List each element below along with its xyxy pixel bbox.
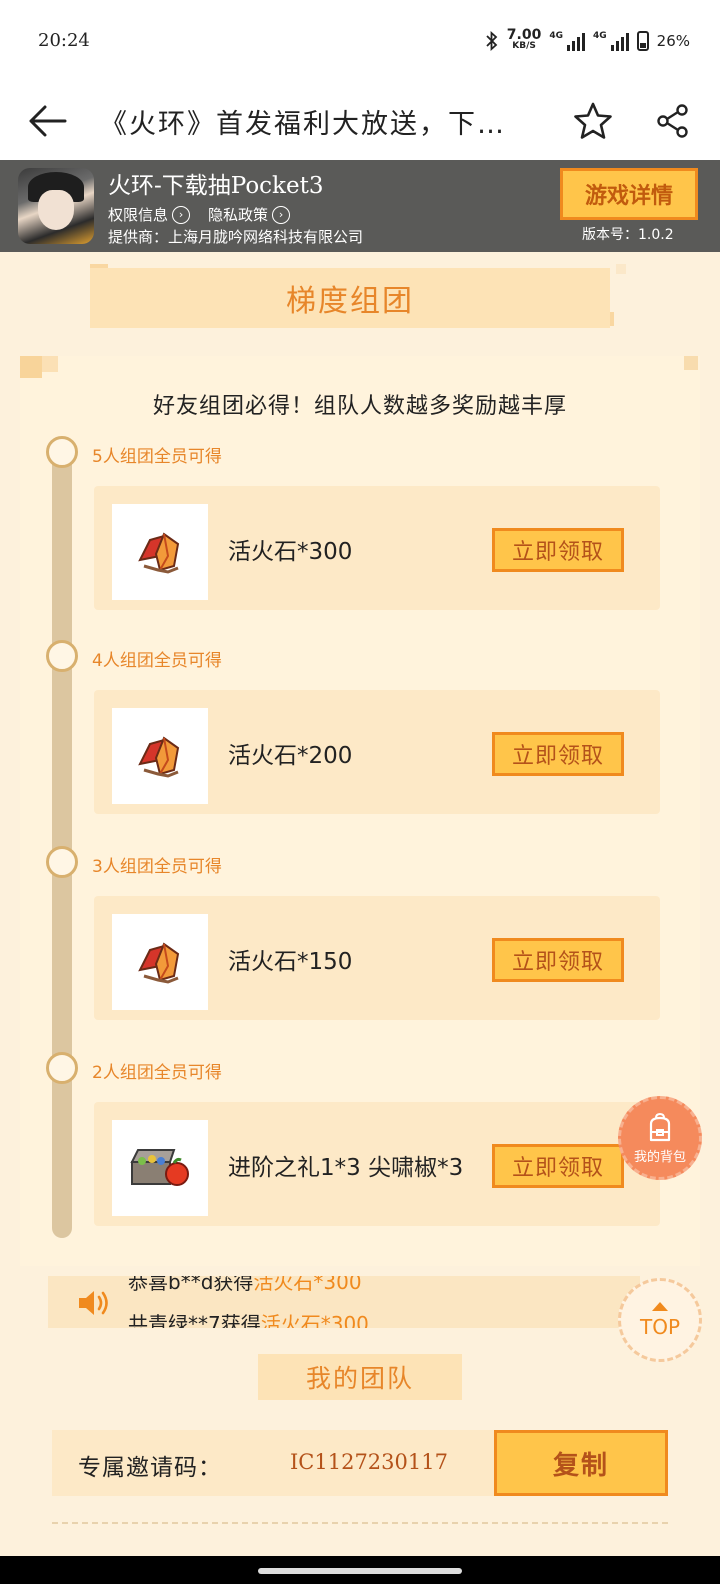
game-version: 版本号：1.0.2 <box>582 227 674 243</box>
invite-label: 专属邀请码： <box>78 1455 222 1481</box>
claim-button[interactable]: 立即领取 <box>492 528 624 572</box>
back-button[interactable] <box>24 98 70 144</box>
scroll-top-button[interactable]: TOP <box>618 1278 702 1362</box>
fire-crystal-icon <box>138 736 180 778</box>
marquee-line: 共青绿**7获得活火石*300 <box>128 1308 369 1328</box>
battery-icon <box>636 31 649 51</box>
game-info-banner: 火环-下载抽Pocket3 权限信息 › 隐私政策 › 提供商：上海月胧吟网络科… <box>0 160 720 252</box>
reward-card: 活火石*150 立即领取 <box>94 896 660 1020</box>
status-icons: 7.00 KB/S 4G 4G 26% <box>485 26 690 56</box>
tier-label: 4人组团全员可得 <box>92 651 222 671</box>
reward-name: 活火石*300 <box>228 539 353 565</box>
gift-chest-icon <box>130 1149 189 1186</box>
favorite-button[interactable] <box>570 98 616 144</box>
tier-dot <box>46 1052 78 1084</box>
my-backpack-button[interactable]: 我的背包 <box>618 1096 702 1180</box>
claim-button[interactable]: 立即领取 <box>492 1144 624 1188</box>
marquee-item: 活火石*300 <box>253 1276 362 1294</box>
marquee-user: 恭喜b**d获得 <box>128 1276 254 1294</box>
tier-label: 5人组团全员可得 <box>92 447 222 467</box>
game-links: 权限信息 › 隐私政策 › <box>108 204 291 225</box>
permission-link[interactable]: 权限信息 › <box>108 204 191 225</box>
team-title: 我的团队 <box>258 1354 462 1400</box>
bluetooth-icon <box>486 31 498 51</box>
nav-bar <box>0 1556 720 1584</box>
status-bar: 20:24 7.00 KB/S 4G 4G 26% <box>0 0 720 84</box>
timeline-bar <box>52 448 72 1238</box>
reward-name: 进阶之礼1*3 尖啸椒*3 <box>228 1155 464 1181</box>
net-speed-value: 7.00 <box>506 27 542 43</box>
share-icon <box>657 104 688 138</box>
tier-subtitle: 好友组团必得！组队人数越多奖励越丰厚 <box>152 394 567 419</box>
arrow-up-icon <box>652 1301 668 1311</box>
net-speed-unit: KB/S <box>512 41 536 51</box>
share-button[interactable] <box>650 98 696 144</box>
claim-button[interactable]: 立即领取 <box>492 732 624 776</box>
invite-code: IC1127230117 <box>290 1450 448 1474</box>
reward-card: 进阶之礼1*3 尖啸椒*3 立即领取 <box>94 1102 660 1226</box>
signal-icon: 4G <box>549 31 585 51</box>
home-indicator[interactable] <box>258 1568 462 1574</box>
page-title: 《火环》首发福利大放送，下… <box>100 109 506 140</box>
reward-image <box>112 1120 208 1216</box>
invite-code-row: 专属邀请码： IC1127230117 复制 <box>52 1430 668 1496</box>
signal-label: 4G <box>549 31 563 41</box>
fire-crystal-icon <box>138 942 180 984</box>
reward-image <box>112 914 208 1010</box>
privacy-link[interactable]: 隐私政策 › <box>208 204 291 225</box>
marquee-item: 活火石*300 <box>260 1312 369 1328</box>
game-name: 火环-下载抽Pocket3 <box>108 173 324 199</box>
app-bar: 《火环》首发福利大放送，下… <box>0 84 720 160</box>
tier-label: 2人组团全员可得 <box>92 1063 222 1083</box>
section-title: 梯度组团 <box>90 268 610 328</box>
scroll-top-label: TOP <box>639 1314 681 1339</box>
reward-image <box>112 504 208 600</box>
divider <box>52 1522 668 1524</box>
signal-label-2: 4G <box>593 31 607 41</box>
tier-dot <box>46 846 78 878</box>
back-arrow-icon <box>29 105 67 137</box>
game-avatar[interactable] <box>18 168 94 244</box>
winner-marquee: 恭喜b**d获得活火石*300 共青绿**7获得活火石*300 <box>48 1276 640 1328</box>
status-time: 20:24 <box>38 30 90 51</box>
backpack-icon <box>649 1112 671 1141</box>
reward-name: 活火石*200 <box>228 743 353 769</box>
marquee-line: 恭喜b**d获得活火石*300 <box>128 1276 362 1295</box>
permission-link-label: 权限信息 <box>108 206 169 224</box>
reward-card: 活火石*200 立即领取 <box>94 690 660 814</box>
chevron-right-icon: › <box>272 205 291 224</box>
fire-crystal-icon <box>138 532 180 574</box>
copy-button[interactable]: 复制 <box>494 1430 668 1496</box>
marquee-user: 共青绿**7获得 <box>128 1312 261 1328</box>
game-detail-button[interactable]: 游戏详情 <box>560 168 698 220</box>
game-provider: 提供商：上海月胧吟网络科技有限公司 <box>108 228 364 246</box>
reward-image <box>112 708 208 804</box>
star-icon <box>574 102 612 139</box>
backpack-label: 我的背包 <box>633 1149 686 1165</box>
tier-label: 3人组团全员可得 <box>92 857 222 877</box>
battery-percent: 26% <box>656 32 690 50</box>
chevron-right-icon: › <box>172 205 191 224</box>
signal-icon-2: 4G <box>593 31 629 51</box>
net-speed: 7.00 KB/S <box>506 27 542 52</box>
privacy-link-label: 隐私政策 <box>208 206 269 224</box>
reward-name: 活火石*150 <box>228 949 353 975</box>
reward-card: 活火石*300 立即领取 <box>94 486 660 610</box>
tier-dot <box>46 436 78 468</box>
claim-button[interactable]: 立即领取 <box>492 938 624 982</box>
speaker-icon <box>79 1291 108 1315</box>
tier-dot <box>46 640 78 672</box>
